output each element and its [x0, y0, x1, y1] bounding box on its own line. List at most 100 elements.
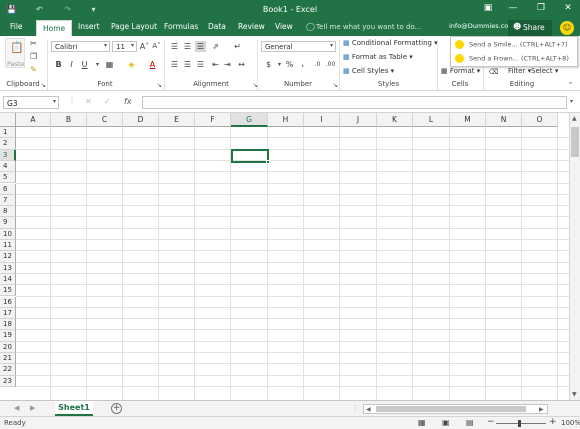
- row-header[interactable]: 2: [0, 138, 16, 150]
- column-header[interactable]: D: [123, 113, 159, 127]
- page-layout-view-icon[interactable]: ▣: [442, 418, 450, 427]
- normal-view-icon[interactable]: ▦: [418, 418, 426, 427]
- increase-decimal-icon[interactable]: .0: [312, 59, 323, 70]
- row-header[interactable]: 1: [0, 127, 16, 139]
- font-color-icon[interactable]: A: [147, 59, 158, 70]
- next-sheet-icon[interactable]: ▶: [30, 404, 35, 412]
- enter-icon[interactable]: ✓: [104, 97, 111, 106]
- vertical-scroll-thumb[interactable]: [571, 127, 579, 157]
- column-header[interactable]: G: [231, 113, 268, 127]
- cell-styles-button[interactable]: ▦ Cell Styles ▾: [343, 67, 394, 75]
- conditional-formatting-button[interactable]: ▦ Conditional Formatting ▾: [343, 39, 438, 47]
- align-left-icon[interactable]: ☰: [169, 59, 180, 70]
- tab-file[interactable]: File: [10, 22, 23, 31]
- orientation-icon[interactable]: ⇗: [210, 41, 221, 52]
- select-all-corner[interactable]: [0, 113, 16, 127]
- underline-dropdown-icon[interactable]: ▾: [92, 59, 103, 70]
- new-sheet-icon[interactable]: +: [111, 403, 122, 414]
- borders-icon[interactable]: ▦: [104, 59, 115, 70]
- sort-filter-button[interactable]: Filter ▾: [508, 67, 531, 75]
- column-header[interactable]: O: [522, 113, 558, 127]
- row-header[interactable]: 19: [0, 330, 16, 342]
- page-break-view-icon[interactable]: ▤: [466, 418, 474, 427]
- row-header[interactable]: 11: [0, 240, 16, 252]
- row-header[interactable]: 5: [0, 172, 16, 184]
- scroll-up-icon[interactable]: ▲: [572, 115, 577, 122]
- column-header[interactable]: J: [340, 113, 377, 127]
- horizontal-scrollbar[interactable]: ◀ ▶: [363, 404, 548, 414]
- wrap-text-icon[interactable]: ↵: [232, 41, 243, 52]
- vertical-scrollbar[interactable]: ▲ ▼: [569, 113, 580, 400]
- restore-icon[interactable]: ❐: [533, 3, 549, 13]
- column-header[interactable]: B: [51, 113, 87, 127]
- zoom-level[interactable]: 100%: [561, 419, 580, 427]
- worksheet-grid[interactable]: ABCDEFGHIJKLMNO 1 2 3 4 5 6 7 8 9 10 11 12 13 14 15 16 1…: [0, 113, 580, 400]
- horizontal-scroll-thumb[interactable]: [376, 406, 526, 412]
- scroll-down-icon[interactable]: ▼: [572, 391, 577, 398]
- column-header[interactable]: F: [195, 113, 231, 127]
- decrease-indent-icon[interactable]: ⇤: [210, 59, 221, 70]
- row-header[interactable]: 8: [0, 206, 16, 218]
- zoom-out-icon[interactable]: −: [487, 417, 495, 427]
- row-header[interactable]: 22: [0, 364, 16, 376]
- scroll-left-icon[interactable]: ◀: [366, 406, 371, 413]
- row-header[interactable]: 10: [0, 228, 16, 240]
- row-header[interactable]: 23: [0, 375, 16, 387]
- fill-color-icon[interactable]: ◈: [126, 59, 137, 70]
- row-header[interactable]: 7: [0, 194, 16, 207]
- insert-function-icon[interactable]: fx: [124, 97, 132, 106]
- minimize-icon[interactable]: —: [505, 3, 521, 13]
- zoom-in-icon[interactable]: +: [549, 417, 557, 427]
- decrease-decimal-icon[interactable]: .00: [325, 59, 336, 70]
- middle-align-icon[interactable]: ☰: [182, 41, 193, 52]
- expand-formula-icon[interactable]: ▾: [570, 98, 573, 105]
- fill-handle[interactable]: [266, 160, 270, 164]
- top-align-icon[interactable]: ☰: [169, 41, 180, 52]
- collapse-ribbon-icon[interactable]: ⌃: [565, 80, 576, 91]
- ribbon-display-icon[interactable]: ▣: [480, 3, 496, 13]
- align-right-icon[interactable]: ☰: [195, 59, 206, 70]
- tab-formulas[interactable]: Formulas: [164, 22, 198, 31]
- tab-page-layout[interactable]: Page Layout: [111, 22, 157, 31]
- close-icon[interactable]: ✕: [560, 3, 576, 13]
- cut-icon[interactable]: ✂: [28, 38, 39, 49]
- column-header[interactable]: A: [16, 113, 51, 127]
- row-header[interactable]: 6: [0, 183, 16, 195]
- zoom-slider-thumb[interactable]: [518, 420, 521, 427]
- scroll-right-icon[interactable]: ▶: [539, 406, 544, 413]
- bottom-align-icon[interactable]: ☰: [195, 41, 206, 52]
- cancel-icon[interactable]: ✕: [85, 97, 92, 106]
- row-header[interactable]: 20: [0, 341, 16, 353]
- format-painter-icon[interactable]: ✎: [28, 64, 39, 75]
- column-header[interactable]: N: [486, 113, 522, 127]
- copy-icon[interactable]: ❐: [28, 51, 39, 62]
- row-header[interactable]: 14: [0, 273, 16, 286]
- number-format-select[interactable]: General ▾: [261, 41, 336, 52]
- align-center-icon[interactable]: ☰: [182, 59, 193, 70]
- name-box[interactable]: G3: [3, 96, 59, 109]
- increase-font-icon[interactable]: A˄: [139, 41, 150, 52]
- row-header[interactable]: 13: [0, 262, 16, 274]
- decrease-font-icon[interactable]: A˅: [151, 41, 162, 52]
- column-header[interactable]: H: [268, 113, 304, 127]
- tab-review[interactable]: Review: [238, 22, 265, 31]
- bold-icon[interactable]: B: [53, 59, 64, 70]
- clear-icon[interactable]: ⌫: [488, 67, 499, 78]
- user-account[interactable]: info@Dummies.com: [449, 22, 515, 30]
- find-select-button[interactable]: Select ▾: [531, 67, 558, 75]
- row-header[interactable]: 4: [0, 160, 16, 173]
- font-name-select[interactable]: Calibri ▾: [51, 41, 110, 52]
- tell-me-box[interactable]: Tell me what you want to do...: [316, 23, 421, 31]
- row-header[interactable]: 3: [0, 149, 16, 161]
- smile-icon[interactable]: ☺: [560, 21, 574, 35]
- row-header[interactable]: 17: [0, 307, 16, 320]
- zoom-slider[interactable]: [496, 423, 546, 424]
- currency-icon[interactable]: $: [263, 59, 274, 70]
- active-cell[interactable]: [231, 149, 269, 163]
- percent-icon[interactable]: %: [284, 59, 295, 70]
- formula-input[interactable]: [142, 96, 567, 109]
- column-header[interactable]: K: [377, 113, 413, 127]
- comma-style-icon[interactable]: ,: [297, 59, 308, 70]
- tab-insert[interactable]: Insert: [78, 22, 100, 31]
- row-header[interactable]: 16: [0, 296, 16, 308]
